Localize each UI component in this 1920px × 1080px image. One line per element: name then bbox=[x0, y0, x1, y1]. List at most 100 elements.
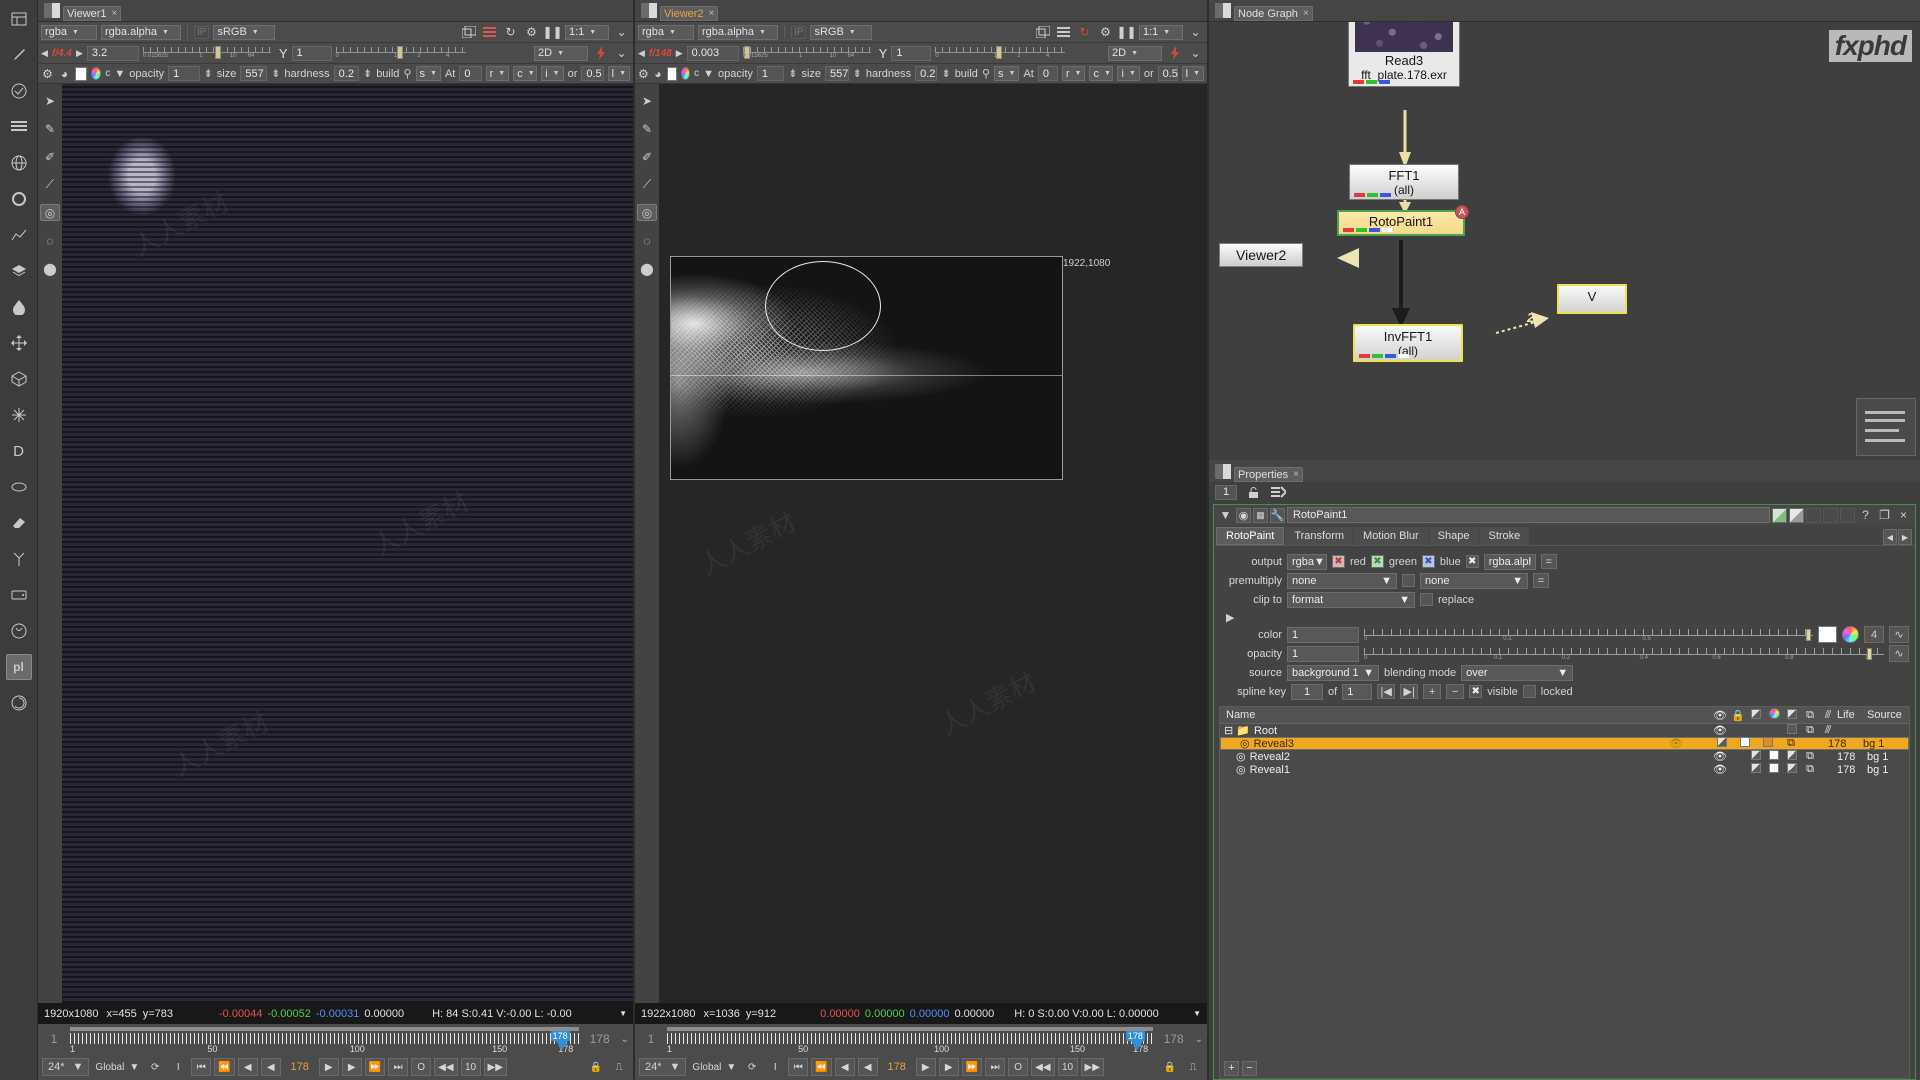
color-field[interactable]: 1 bbox=[1287, 626, 1359, 643]
move-icon[interactable] bbox=[6, 330, 32, 356]
node-color-icon[interactable]: ◉ bbox=[1236, 507, 1251, 523]
brush-l-select[interactable]: l ▼ bbox=[607, 66, 631, 81]
clone-tool-icon[interactable]: ◎ bbox=[40, 204, 60, 221]
color-wheel-icon[interactable] bbox=[90, 67, 102, 80]
anim-icon[interactable]: ⇟ bbox=[853, 67, 862, 80]
viewer2-in-point-button[interactable]: I bbox=[765, 1058, 785, 1076]
at-field[interactable]: 0 bbox=[1037, 66, 1058, 81]
table-row[interactable]: ◎ Reveal1 👁 ⧉ 178 bg 1 bbox=[1220, 763, 1909, 776]
row-alpha-icon[interactable] bbox=[1783, 763, 1801, 776]
table-row[interactable]: ⊟ 📁 Root 👁 ⧉ ⫻ bbox=[1220, 724, 1909, 737]
equals-button[interactable]: = bbox=[1540, 554, 1557, 569]
pen-tool-icon[interactable]: ✎ bbox=[40, 120, 60, 137]
viewer1-fps-select[interactable]: 24* ▼ bbox=[42, 1058, 90, 1076]
viewer1-canvas[interactable]: ➤ ✎ ✐ ⟋ ◎ ◌ ⬤ 人人素材 人人素材 人人素材 bbox=[38, 84, 633, 1003]
expand-icon[interactable]: ⌄ bbox=[1187, 45, 1204, 62]
anim-icon[interactable]: ⇟ bbox=[941, 67, 950, 80]
select-arrow-icon[interactable]: ➤ bbox=[40, 92, 60, 109]
viewer1-step-increment[interactable]: 10 bbox=[460, 1058, 481, 1076]
brush-color-swatch[interactable] bbox=[667, 66, 678, 81]
play-forward-icon[interactable]: ▶ bbox=[915, 1058, 936, 1076]
play-backward-icon[interactable]: ◀ bbox=[834, 1058, 855, 1076]
color-wheel-icon[interactable] bbox=[1842, 626, 1859, 643]
viewer1-gamma-field[interactable]: 1 bbox=[291, 45, 332, 61]
graph-icon[interactable] bbox=[6, 222, 32, 248]
pen-tool-icon[interactable]: ✎ bbox=[637, 120, 657, 137]
properties-node-name[interactable]: RotoPaint1 bbox=[1287, 507, 1770, 523]
row-blend-icon[interactable]: ⧉ bbox=[1801, 750, 1819, 763]
unlock-icon[interactable] bbox=[1245, 484, 1262, 501]
close-icon[interactable]: × bbox=[1293, 469, 1299, 480]
opacity-field[interactable]: 1 bbox=[1287, 645, 1359, 662]
brush-preset-icon[interactable]: ◕ bbox=[58, 65, 71, 82]
viewer2-current-frame[interactable]: 178 bbox=[881, 1058, 913, 1076]
render-icon[interactable] bbox=[6, 618, 32, 644]
node-rotopaint1[interactable]: RotoPaint1 A bbox=[1337, 205, 1469, 236]
anim-icon[interactable]: ⇟ bbox=[271, 67, 280, 80]
step-back-icon[interactable]: ◀◀ bbox=[434, 1058, 458, 1076]
row-blend-icon[interactable]: ⧉ bbox=[1782, 737, 1800, 750]
revert-icon[interactable] bbox=[1840, 507, 1855, 523]
row-motion-icon[interactable]: ⫻ bbox=[1819, 724, 1837, 737]
viewer1-in-point-button[interactable]: I bbox=[168, 1058, 188, 1076]
tab-motion-blur[interactable]: Motion Blur bbox=[1354, 527, 1428, 545]
opacity-curve-icon[interactable]: ∿ bbox=[1889, 645, 1909, 662]
brush-preset-icon[interactable]: ◕ bbox=[653, 65, 664, 82]
chevron-down-icon[interactable]: ▼ bbox=[619, 1009, 627, 1018]
row-alpha-icon[interactable] bbox=[1783, 724, 1801, 737]
redo-icon[interactable] bbox=[1823, 507, 1838, 523]
close-icon[interactable]: × bbox=[1303, 8, 1309, 19]
enable-toggle-white[interactable] bbox=[1789, 507, 1804, 523]
prev-key-icon[interactable]: |◀ bbox=[1377, 684, 1396, 699]
premultiply-select[interactable]: none ▼ bbox=[1287, 572, 1397, 589]
expand-icon[interactable]: ⌄ bbox=[613, 45, 630, 62]
next-frame-icon[interactable]: ▶ bbox=[938, 1058, 959, 1076]
viewer2-loop-zero[interactable]: O bbox=[1008, 1058, 1029, 1076]
row-eye-icon[interactable]: 👁 bbox=[1711, 763, 1729, 776]
next-frame-icon[interactable]: ▶ bbox=[341, 1058, 362, 1076]
prev-frame-icon[interactable]: ◀ bbox=[260, 1058, 281, 1076]
add-layer-button[interactable]: + bbox=[1224, 1060, 1239, 1076]
tab-viewer1[interactable]: Viewer1 × bbox=[63, 6, 122, 21]
globe-icon[interactable] bbox=[6, 150, 32, 176]
ip-toggle[interactable]: IP bbox=[194, 25, 210, 39]
next-keyframe-icon[interactable]: ⏩ bbox=[961, 1058, 983, 1076]
table-row[interactable]: ◎ Reveal3 👁 ⧉ 178 bg 1 bbox=[1220, 737, 1909, 750]
tab-scroll-left-icon[interactable]: ◀ bbox=[1883, 529, 1897, 545]
size-field[interactable]: 557 bbox=[825, 66, 849, 81]
first-frame-icon[interactable]: ⏮ bbox=[788, 1058, 809, 1076]
or-field[interactable]: 0.5 bbox=[581, 66, 604, 81]
brush-i-select[interactable]: i ▼ bbox=[541, 66, 564, 81]
tab-properties[interactable]: Properties × bbox=[1234, 467, 1303, 482]
row-color-icon[interactable] bbox=[1765, 763, 1783, 776]
color-wheel-icon[interactable] bbox=[681, 67, 691, 80]
properties-count[interactable]: 1 bbox=[1215, 484, 1237, 500]
bolt-icon[interactable] bbox=[592, 45, 609, 62]
alpha-channel-checkbox[interactable]: ✖ bbox=[1465, 555, 1479, 568]
color-curve-icon[interactable]: ∿ bbox=[1889, 626, 1909, 643]
enable-toggle-green[interactable] bbox=[1772, 507, 1787, 523]
tab-stroke[interactable]: Stroke bbox=[1479, 527, 1530, 545]
viewer2-frame-ruler[interactable]: 1 50 100 150 178 178 bbox=[667, 1027, 1153, 1054]
viewer1-gamma-slider[interactable]: 0 1 2 4 bbox=[335, 46, 466, 60]
blue-channel-checkbox[interactable]: ✖ bbox=[1421, 555, 1435, 568]
stamp-icon[interactable]: ⚲ bbox=[982, 67, 990, 80]
swirl-icon[interactable] bbox=[6, 690, 32, 716]
viewer1-proxy-select[interactable]: 2D ▼ bbox=[534, 45, 588, 61]
viewer2-range-start[interactable]: 1 bbox=[635, 1032, 667, 1046]
last-frame-icon[interactable]: ⏭ bbox=[388, 1058, 409, 1076]
pause-icon[interactable]: ❚❚ bbox=[1116, 24, 1136, 41]
roi-icon[interactable] bbox=[481, 24, 498, 41]
red-channel-checkbox[interactable]: ✖ bbox=[1332, 555, 1345, 568]
node-invfft1[interactable]: InvFFT1 (all) bbox=[1353, 324, 1463, 362]
viewer1-sync-select[interactable]: Global ▼ bbox=[92, 1058, 142, 1076]
loop-icon[interactable]: ⟳ bbox=[742, 1058, 762, 1076]
play-forward-icon[interactable]: ▶ bbox=[318, 1058, 339, 1076]
eraser-icon[interactable] bbox=[6, 510, 32, 536]
pen-icon[interactable] bbox=[6, 42, 32, 68]
roi-icon[interactable] bbox=[1055, 24, 1072, 41]
remove-layer-button[interactable]: − bbox=[1242, 1060, 1257, 1076]
color-swatch[interactable] bbox=[1818, 626, 1837, 643]
viewer1-loop-zero[interactable]: O bbox=[411, 1058, 432, 1076]
help-icon[interactable]: ? bbox=[1857, 507, 1874, 524]
